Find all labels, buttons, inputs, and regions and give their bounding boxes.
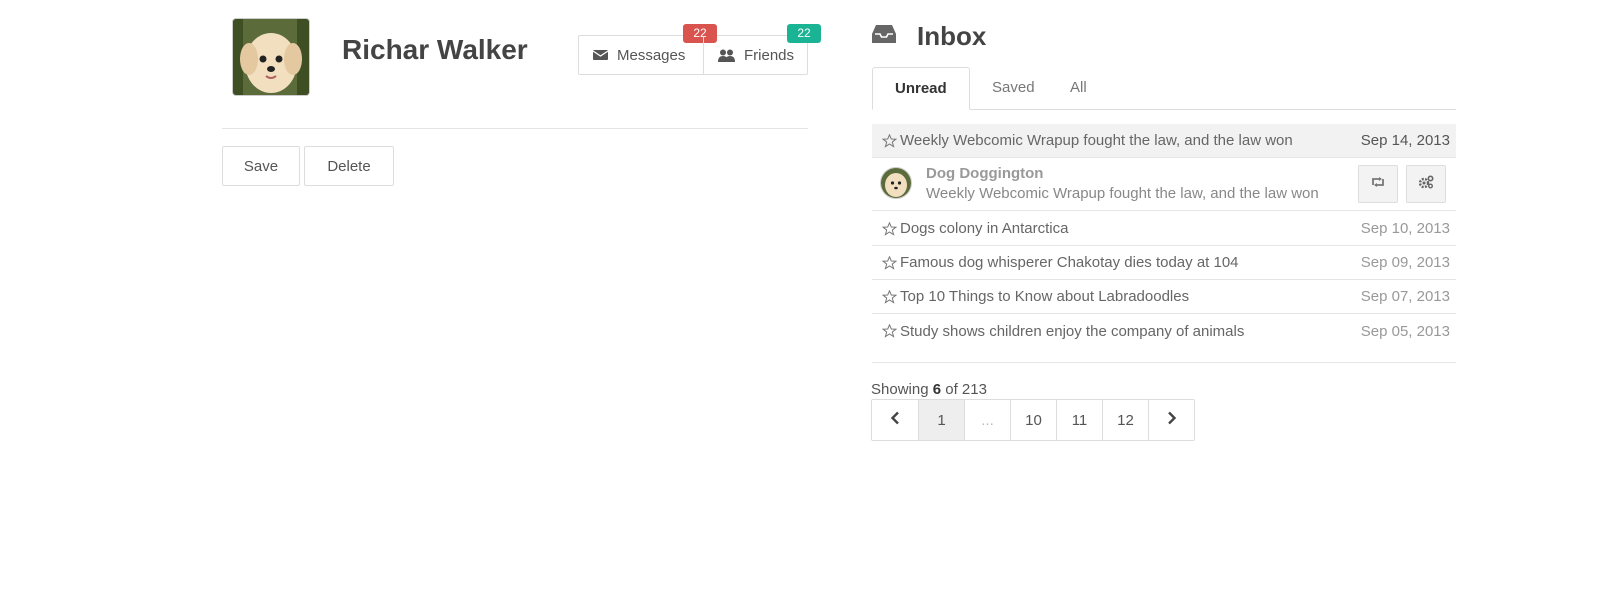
- next-page-button[interactable]: [1148, 400, 1194, 440]
- star-icon[interactable]: [882, 255, 898, 270]
- inbox-title: Inbox: [917, 21, 987, 51]
- message-date: Sep 09, 2013: [1360, 254, 1450, 271]
- divider: [872, 362, 1456, 363]
- inbox-icon: [872, 24, 896, 49]
- tab-saved[interactable]: Saved: [970, 67, 1057, 109]
- showing-prefix: Showing: [871, 381, 933, 398]
- page-ellipsis: ...: [964, 400, 1010, 440]
- profile-actions: Messages 22 Friends 22: [578, 24, 821, 75]
- friends-label: Friends: [744, 46, 795, 64]
- message-row[interactable]: Dogs colony in Antarctica Sep 10, 2013: [872, 212, 1456, 246]
- sender-avatar: [880, 167, 912, 199]
- gears-icon: [1418, 174, 1434, 194]
- chevron-right-icon: [1167, 411, 1177, 429]
- showing-suffix: of 213: [941, 381, 987, 398]
- prev-page-button[interactable]: [872, 400, 918, 440]
- star-icon[interactable]: [882, 133, 898, 148]
- message-subject: Weekly Webcomic Wrapup fought the law, a…: [900, 132, 1293, 149]
- message-date: Sep 05, 2013: [1360, 322, 1450, 340]
- messages-button[interactable]: Messages 22: [579, 24, 717, 74]
- star-icon[interactable]: [882, 221, 898, 236]
- preview-text: Weekly Webcomic Wrapup fought the law, a…: [926, 185, 1319, 202]
- showing-count: Showing 6 of 213: [871, 381, 987, 398]
- message-preview[interactable]: Dog Doggington Weekly Webcomic Wrapup fo…: [872, 157, 1456, 211]
- friends-button[interactable]: Friends 22: [703, 24, 821, 74]
- message-date: Sep 10, 2013: [1360, 220, 1450, 237]
- friends-count-badge: 22: [787, 24, 821, 43]
- page-12-button[interactable]: 12: [1102, 400, 1148, 440]
- settings-button[interactable]: [1406, 165, 1446, 203]
- message-row[interactable]: Study shows children enjoy the company o…: [872, 314, 1456, 348]
- tab-unread[interactable]: Unread: [872, 67, 970, 110]
- message-row[interactable]: Top 10 Things to Know about Labradoodles…: [872, 280, 1456, 314]
- profile-avatar: [232, 18, 310, 96]
- star-icon[interactable]: [882, 324, 898, 338]
- pagination: 1 ... 10 11 12: [871, 399, 1195, 441]
- message-subject: Dogs colony in Antarctica: [900, 220, 1069, 237]
- divider: [222, 128, 808, 129]
- chevron-left-icon: [890, 411, 900, 429]
- users-icon: [718, 49, 735, 62]
- retweet-button[interactable]: [1358, 165, 1398, 203]
- retweet-icon: [1370, 175, 1386, 193]
- message-date: Sep 07, 2013: [1360, 288, 1450, 305]
- showing-number: 6: [932, 381, 942, 398]
- profile-name: Richar Walker: [342, 34, 528, 65]
- message-date: Sep 14, 2013: [1360, 132, 1450, 149]
- tab-all[interactable]: All: [1048, 67, 1109, 109]
- preview-sender: Dog Doggington: [926, 165, 1044, 182]
- message-subject: Famous dog whisperer Chakotay dies today…: [900, 254, 1239, 271]
- message-subject: Top 10 Things to Know about Labradoodles: [900, 288, 1190, 305]
- envelope-icon: [593, 49, 608, 61]
- message-row[interactable]: Weekly Webcomic Wrapup fought the law, a…: [872, 124, 1456, 158]
- delete-button[interactable]: Delete: [304, 146, 394, 186]
- inbox-tabs: Unread Saved All: [872, 67, 1456, 110]
- page-1-button[interactable]: 1: [918, 400, 964, 440]
- page-11-button[interactable]: 11: [1056, 400, 1102, 440]
- save-button[interactable]: Save: [222, 146, 300, 186]
- message-row[interactable]: Famous dog whisperer Chakotay dies today…: [872, 246, 1456, 280]
- star-icon[interactable]: [882, 289, 898, 304]
- page-10-button[interactable]: 10: [1010, 400, 1056, 440]
- messages-label: Messages: [617, 46, 686, 64]
- message-subject: Study shows children enjoy the company o…: [900, 322, 1245, 340]
